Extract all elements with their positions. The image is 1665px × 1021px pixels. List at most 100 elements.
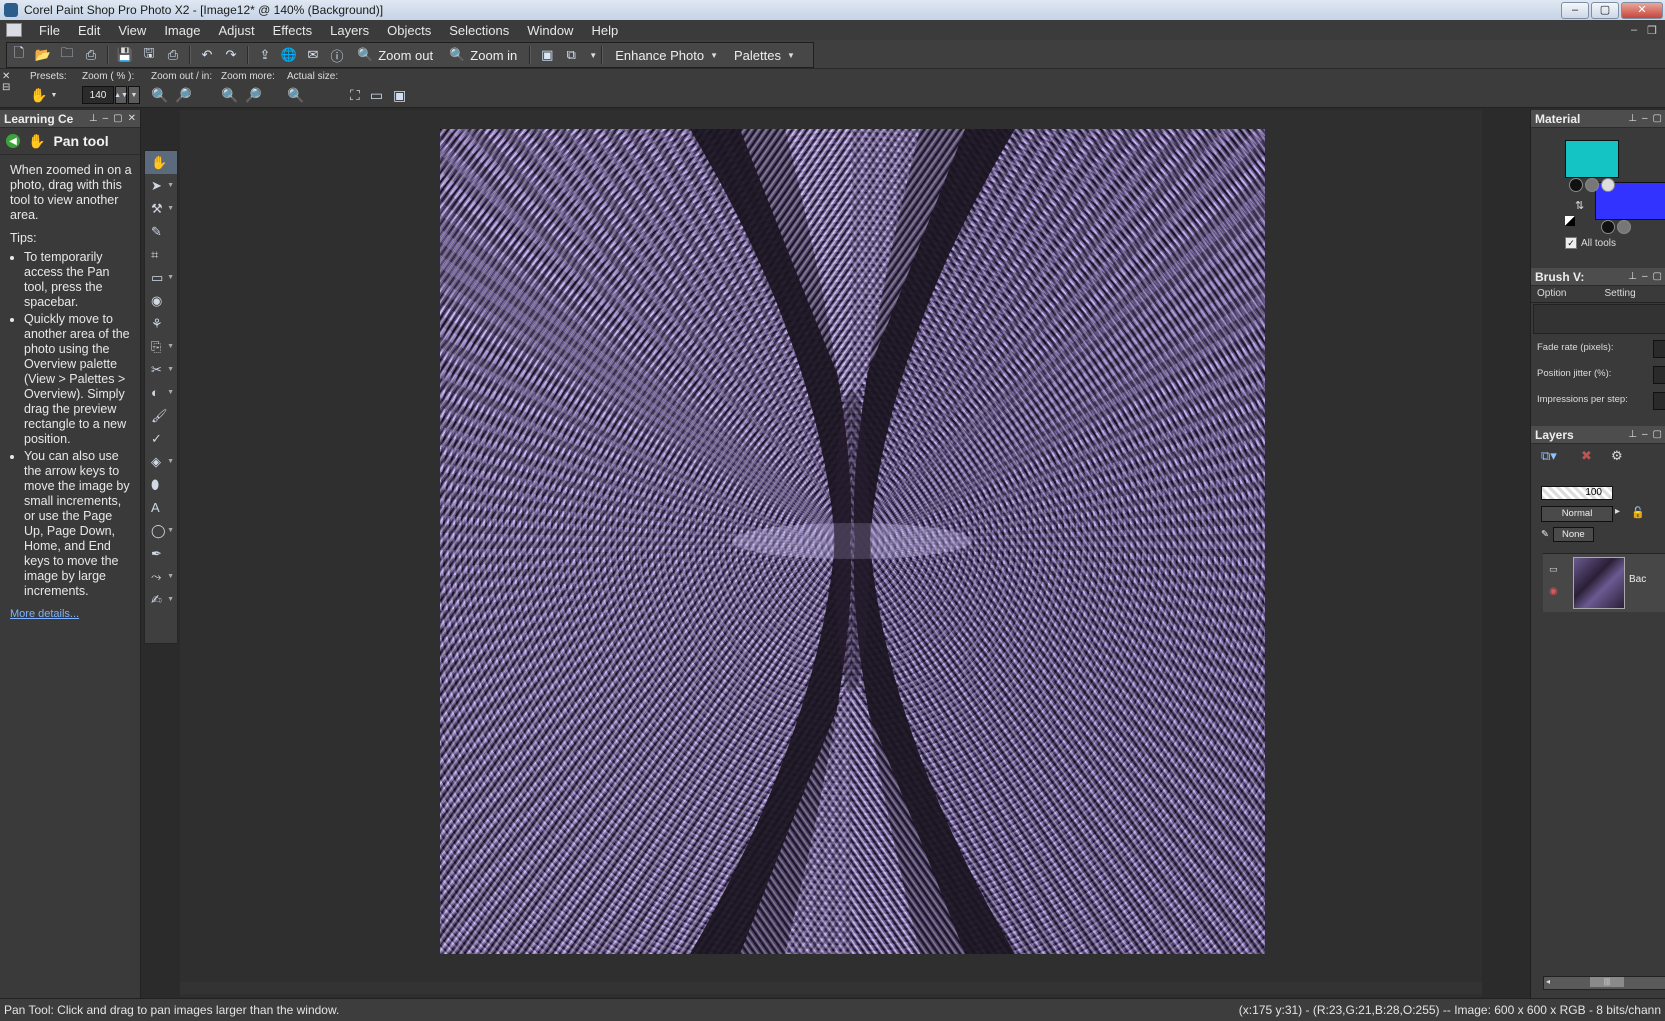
fit-image-icon[interactable]: ▭ xyxy=(370,87,383,104)
menu-file[interactable]: File xyxy=(30,23,69,38)
lock-icon[interactable]: 🔓 xyxy=(1631,506,1645,519)
zoom-input[interactable]: 140 xyxy=(82,86,114,104)
opacity-slider[interactable]: 100 xyxy=(1541,486,1613,500)
menu-edit[interactable]: Edit xyxy=(69,23,109,38)
zoom-more-in-icon[interactable]: 🔎 xyxy=(244,87,261,104)
pin-icon[interactable]: ⊥ xyxy=(1628,429,1637,440)
actual-size-icon[interactable]: 🔍 xyxy=(287,87,304,104)
transparent-icon[interactable] xyxy=(1601,178,1615,192)
clone-tool[interactable]: ⎘▼ xyxy=(145,335,177,358)
delete-layer-icon[interactable]: ✖ xyxy=(1581,448,1592,464)
save-as-icon[interactable]: 🖫 xyxy=(138,45,160,65)
zoom-in-icon[interactable]: 🔎 xyxy=(174,87,191,104)
menu-window[interactable]: Window xyxy=(518,23,582,38)
warp-tool[interactable]: ⤳▼ xyxy=(145,565,177,588)
print-icon[interactable]: ⎙ xyxy=(162,45,184,65)
menu-effects[interactable]: Effects xyxy=(264,23,322,38)
minimize-icon[interactable]: – xyxy=(1642,429,1648,440)
back-arrow-icon[interactable]: ◀ xyxy=(6,134,20,148)
save-icon[interactable]: 💾 xyxy=(114,45,136,65)
airbrush-tool[interactable]: ✓ xyxy=(145,427,177,450)
minimize-icon[interactable]: – xyxy=(1642,271,1648,282)
foreground-color-swatch[interactable] xyxy=(1565,140,1619,178)
screen-icon[interactable]: ▣ xyxy=(536,45,558,65)
maximize-icon[interactable]: ▢ xyxy=(1653,271,1662,282)
dodge-tool[interactable]: ◐▼ xyxy=(145,381,177,404)
minimize-icon[interactable]: – xyxy=(1642,113,1648,124)
mask-dropdown[interactable]: None xyxy=(1553,527,1594,542)
minimize-icon[interactable]: – xyxy=(103,113,109,124)
layers-horizontal-scrollbar[interactable]: ◂ ||| xyxy=(1543,976,1665,990)
horizontal-scroll-area[interactable] xyxy=(180,982,1482,994)
zoom-in-button[interactable]: 🔍Zoom in xyxy=(441,45,525,65)
position-jitter-input[interactable] xyxy=(1653,366,1665,384)
swap-colors-icon[interactable]: ⇅ xyxy=(1575,199,1584,212)
full-screen-icon[interactable]: ⧉ xyxy=(560,45,582,65)
blend-mode-dropdown[interactable]: Normal xyxy=(1541,506,1613,522)
zoom-spinner[interactable]: ▲▼ xyxy=(115,86,127,104)
crop-tool[interactable]: ⌗ xyxy=(145,243,177,266)
open-folder-icon[interactable]: 📂 xyxy=(32,45,54,65)
shape-tool[interactable]: ◯▼ xyxy=(145,519,177,542)
image-canvas[interactable] xyxy=(440,129,1265,954)
presets-dropdown[interactable]: ✋▼ xyxy=(30,85,67,105)
zoom-out-button[interactable]: 🔍Zoom out xyxy=(349,45,441,65)
menu-objects[interactable]: Objects xyxy=(378,23,440,38)
tab-option[interactable]: Option xyxy=(1531,286,1599,302)
pin-icon[interactable]: ⊥ xyxy=(1628,271,1637,282)
red-eye-tool[interactable]: ◉ xyxy=(145,289,177,312)
new-layer-icon[interactable]: ⧉▾ xyxy=(1541,448,1557,464)
zoom-dropdown[interactable]: ▼ xyxy=(128,86,140,104)
bg-color-style-icon[interactable] xyxy=(1601,220,1615,234)
all-tools-checkbox[interactable]: ✓ All tools xyxy=(1565,237,1616,249)
redo-icon[interactable]: ↷ xyxy=(220,45,242,65)
tool-options-handle[interactable]: ✕⊟ xyxy=(2,71,16,105)
tab-setting[interactable]: Setting xyxy=(1599,286,1665,302)
brush-variance-list[interactable] xyxy=(1533,304,1665,334)
maximize-button[interactable]: ▢ xyxy=(1591,2,1619,19)
pen-tool[interactable]: ✒ xyxy=(145,542,177,565)
info-icon[interactable]: ⓘ xyxy=(326,45,348,65)
menu-selections[interactable]: Selections xyxy=(440,23,518,38)
layer-row[interactable]: ▭ ◉ Bac xyxy=(1543,553,1665,612)
zoom-more-out-icon[interactable]: 🔍 xyxy=(221,87,238,104)
pin-icon[interactable]: ⊥ xyxy=(1628,113,1637,124)
menu-view[interactable]: View xyxy=(109,23,155,38)
bg-pattern-style-icon[interactable] xyxy=(1617,220,1631,234)
pattern-style-icon[interactable] xyxy=(1585,178,1599,192)
color-style-icon[interactable] xyxy=(1569,178,1583,192)
fill-tool[interactable]: ◈▼ xyxy=(145,450,177,473)
reset-colors-icon[interactable] xyxy=(1565,216,1575,226)
pan-tool[interactable]: ✋ xyxy=(145,151,177,174)
email-icon[interactable]: ✉ xyxy=(302,45,324,65)
maximize-icon[interactable]: ▢ xyxy=(1653,113,1662,124)
more-details-link[interactable]: More details... xyxy=(10,607,79,622)
chevron-right-icon[interactable]: ▸ xyxy=(1615,506,1620,517)
doc-restore-icon[interactable]: ❐ xyxy=(1647,24,1657,37)
zoom-out-icon[interactable]: 🔍 xyxy=(151,87,168,104)
dropper-tool[interactable]: ✎ xyxy=(145,220,177,243)
maximize-icon[interactable]: ▢ xyxy=(1653,429,1662,440)
visibility-eye-icon[interactable]: ◉ xyxy=(1549,586,1558,597)
fade-rate-input[interactable] xyxy=(1653,340,1665,358)
menu-help[interactable]: Help xyxy=(582,23,627,38)
web-icon[interactable]: 🌐 xyxy=(278,45,300,65)
enhance-photo-dropdown[interactable]: Enhance Photo▼ xyxy=(607,45,726,65)
minimize-button[interactable]: – xyxy=(1561,2,1589,19)
scrollbar-thumb[interactable]: ||| xyxy=(1590,977,1624,987)
menu-adjust[interactable]: Adjust xyxy=(209,23,263,38)
new-file-icon[interactable]: 🗋 xyxy=(8,45,30,65)
checkbox-box[interactable]: ✓ xyxy=(1565,237,1577,249)
pin-icon[interactable]: ⊥ xyxy=(89,113,98,124)
selection-tool[interactable]: ⚒▼ xyxy=(145,197,177,220)
close-icon[interactable]: ✕ xyxy=(128,113,136,124)
undo-icon[interactable]: ↶ xyxy=(196,45,218,65)
pick-tool[interactable]: ➤▼ xyxy=(145,174,177,197)
maximize-icon[interactable]: ▢ xyxy=(113,113,122,124)
doc-minimize-icon[interactable]: – xyxy=(1631,24,1637,37)
document-icon[interactable] xyxy=(6,23,22,37)
layer-properties-icon[interactable]: ⚙ xyxy=(1611,448,1623,464)
export-icon[interactable]: ⇪ xyxy=(254,45,276,65)
menu-layers[interactable]: Layers xyxy=(321,23,378,38)
paint-brush-tool[interactable]: 🖌 xyxy=(145,404,177,427)
